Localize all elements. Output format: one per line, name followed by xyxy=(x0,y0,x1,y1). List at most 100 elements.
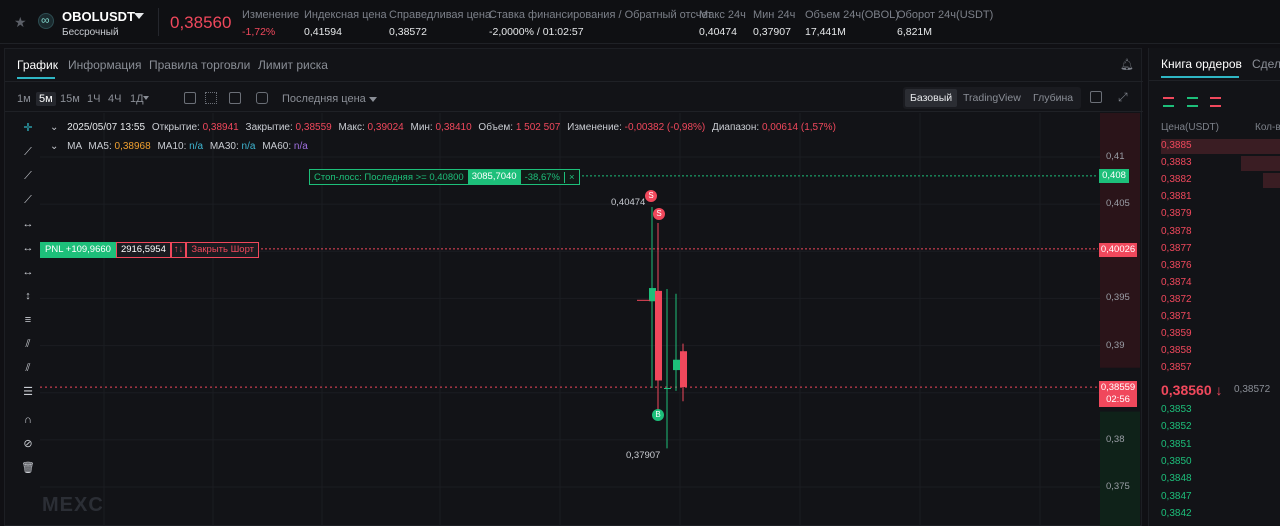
magnet-icon[interactable]: ∩ xyxy=(21,413,35,427)
symbol-name[interactable]: OBOLUSDT xyxy=(62,9,135,24)
layout-grid-icon[interactable] xyxy=(229,92,241,104)
pnl-badge: PNL +109,9660 xyxy=(40,242,116,258)
bid-price[interactable]: 0,3850 xyxy=(1161,456,1192,467)
timeframe-5m[interactable]: 5м xyxy=(36,92,56,106)
open-label: Открытие: xyxy=(151,122,200,133)
high-value: 0,39024 xyxy=(367,122,404,133)
low-value: 0,38410 xyxy=(435,122,472,133)
ask-price[interactable]: 0,3858 xyxy=(1161,345,1192,356)
book-bids-icon[interactable] xyxy=(1187,97,1198,107)
ask-price[interactable]: 0,3876 xyxy=(1161,260,1192,271)
view-basic[interactable]: Базовый xyxy=(905,89,958,107)
chevron-down-icon[interactable] xyxy=(143,96,149,100)
fullscreen-icon[interactable]: ⤢ xyxy=(1118,90,1128,105)
bid-price[interactable]: 0,3847 xyxy=(1161,491,1192,502)
camera-icon[interactable] xyxy=(256,92,268,104)
sell-marker[interactable]: S xyxy=(653,208,665,220)
tab-trades[interactable]: Сделк xyxy=(1252,57,1280,71)
ask-price[interactable]: 0,3877 xyxy=(1161,243,1192,254)
ask-price[interactable]: 0,3882 xyxy=(1161,174,1192,185)
timeframe-1d[interactable]: 1Д xyxy=(130,93,144,105)
position-axis-tag: 0,40026 xyxy=(1099,243,1137,257)
ray-icon[interactable]: ⟋ xyxy=(21,169,35,183)
mid-price-value: 0,38560 xyxy=(1161,382,1212,398)
ma10-value: n/a xyxy=(189,141,204,152)
stat-label-high-24h: Макс 24ч xyxy=(699,9,746,21)
timeframe-1h[interactable]: 1Ч xyxy=(87,93,100,105)
tab-info[interactable]: Информация xyxy=(68,58,141,72)
ma30-label: MA30: xyxy=(209,141,239,152)
price-axis-tick: 0,41 xyxy=(1106,151,1125,162)
divider xyxy=(1149,80,1280,81)
view-depth[interactable]: Глубина xyxy=(1028,89,1078,107)
timeframe-1m[interactable]: 1м xyxy=(17,93,31,105)
timeframe-15m[interactable]: 15м xyxy=(60,93,80,105)
volume-label: Объем: xyxy=(478,122,514,133)
horizontal-line-icon[interactable]: ↔ xyxy=(21,217,35,231)
indicators-icon[interactable] xyxy=(205,92,217,104)
favorite-star-icon[interactable]: ★ xyxy=(14,14,27,31)
view-tradingview[interactable]: TradingView xyxy=(958,89,1026,107)
sell-marker[interactable]: S xyxy=(645,190,657,202)
segment-icon[interactable]: ⟋ xyxy=(21,193,35,207)
ask-depth-bar xyxy=(1263,173,1280,189)
ask-price[interactable]: 0,3857 xyxy=(1161,362,1192,373)
vertical-line-icon[interactable]: ↕ xyxy=(21,289,35,303)
timeframe-4h[interactable]: 4Ч xyxy=(108,93,121,105)
ask-price[interactable]: 0,3871 xyxy=(1161,311,1192,322)
position-order[interactable]: PNL +109,9660 2916,5954 ↑↓ Закрыть Шорт xyxy=(40,242,260,258)
trading-app: ★ OBOLUSDT Бессрочный 0,38560 Изменение … xyxy=(0,0,1280,526)
list-icon[interactable]: ☰ xyxy=(21,385,35,399)
position-qty: 2916,5954 xyxy=(115,242,171,258)
ask-price[interactable]: 0,3859 xyxy=(1161,328,1192,339)
ask-price[interactable]: 0,3878 xyxy=(1161,226,1192,237)
bid-price[interactable]: 0,3852 xyxy=(1161,421,1192,432)
book-asks-icon[interactable] xyxy=(1210,97,1221,107)
price-type-select[interactable]: Последняя цена xyxy=(282,93,377,105)
book-both-icon[interactable] xyxy=(1163,97,1174,107)
chevron-down-icon[interactable] xyxy=(134,13,144,19)
bid-price[interactable]: 0,3853 xyxy=(1161,404,1192,415)
crosshair-icon[interactable]: ✛ xyxy=(21,121,35,135)
stop-loss-order[interactable]: Стоп-лосс: Последняя >= 0,40800 3085,704… xyxy=(309,169,580,185)
bid-price[interactable]: 0,3848 xyxy=(1161,473,1192,484)
stat-value-volume-24h: 17,441M xyxy=(805,26,846,38)
ask-price[interactable]: 0,3874 xyxy=(1161,277,1192,288)
bid-price[interactable]: 0,3851 xyxy=(1161,439,1192,450)
collapse-chevron-icon[interactable]: ⌄ xyxy=(50,141,58,152)
reverse-arrows-icon[interactable]: ↑↓ xyxy=(170,242,187,258)
tab-trading-rules[interactable]: Правила торговли xyxy=(149,58,250,72)
candle-type-icon[interactable] xyxy=(184,92,196,104)
pattern-icon[interactable]: ⫽ xyxy=(21,337,35,351)
price-axis-tick: 0,375 xyxy=(1106,481,1130,492)
parallel-channel-icon[interactable]: ≡ xyxy=(21,313,35,327)
trash-icon[interactable]: 🗑︎ xyxy=(21,461,35,475)
fibonacci-icon[interactable]: ⫽ xyxy=(21,361,35,375)
current-price-value: 0,38559 xyxy=(1100,382,1136,393)
tab-order-book[interactable]: Книга ордеров xyxy=(1161,57,1242,71)
candlestick-chart[interactable] xyxy=(40,113,1140,526)
panel-layout-icon[interactable] xyxy=(1090,91,1102,103)
collapse-chevron-icon[interactable]: ⌄ xyxy=(50,122,58,133)
buy-marker[interactable]: B xyxy=(652,409,664,421)
tab-chart[interactable]: График xyxy=(17,58,58,72)
order-book-panel: Книга ордеров Сделк Цена(USDT) Кол-в 0,3… xyxy=(1148,48,1280,526)
range-label: Диапазон: xyxy=(712,122,760,133)
horizontal-ray-icon[interactable]: ↔ xyxy=(21,241,35,255)
trend-line-icon[interactable]: ⟋ xyxy=(21,145,35,159)
close-short-button[interactable]: Закрыть Шорт xyxy=(186,242,260,258)
hide-eye-icon[interactable]: ⊘ xyxy=(21,437,35,451)
ask-price[interactable]: 0,3881 xyxy=(1161,191,1192,202)
mid-fair-price: 0,38572 xyxy=(1234,384,1271,395)
ma5-value: 0,38968 xyxy=(114,141,151,152)
close-icon[interactable]: × xyxy=(565,172,579,183)
price-line-icon[interactable]: ↔ xyxy=(21,265,35,279)
bid-price[interactable]: 0,3842 xyxy=(1161,508,1192,519)
ask-price[interactable]: 0,3879 xyxy=(1161,208,1192,219)
ask-price[interactable]: 0,3885 xyxy=(1161,140,1192,151)
ask-price[interactable]: 0,3872 xyxy=(1161,294,1192,305)
bell-icon[interactable]: 🔔︎ xyxy=(1120,58,1134,71)
tab-risk-limit[interactable]: Лимит риска xyxy=(258,58,328,72)
ask-price[interactable]: 0,3883 xyxy=(1161,157,1192,168)
candle-body xyxy=(673,359,680,371)
